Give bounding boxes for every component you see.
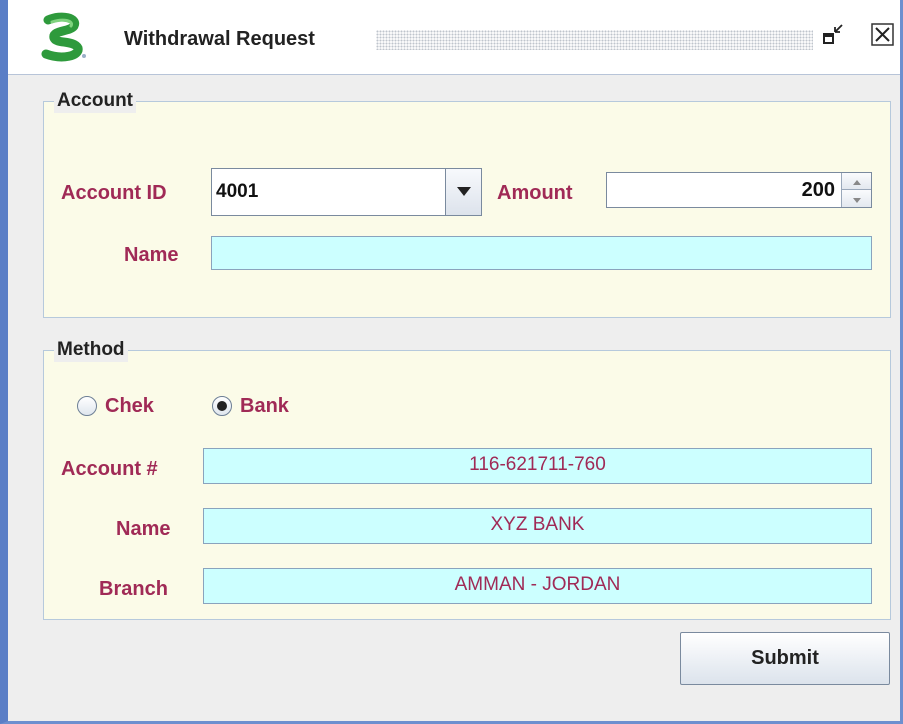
withdrawal-window: Withdrawal Request Account Account ID 40… (0, 0, 903, 724)
account-group: Account Account ID 4001 Amount 200 Name (43, 89, 891, 318)
decrement-button[interactable] (842, 190, 871, 207)
method-group: Method Chek Bank Account # 116-621711-76… (43, 338, 891, 620)
radio-bank-label: Bank (240, 395, 289, 417)
account-number-field[interactable]: 116-621711-760 (203, 448, 872, 484)
restore-button[interactable] (820, 22, 846, 53)
account-group-title: Account (54, 89, 136, 113)
amount-spinner[interactable]: 200 (606, 172, 872, 208)
account-id-combobox[interactable]: 4001 (211, 168, 482, 216)
radio-chek-button[interactable] (77, 396, 97, 416)
branch-label: Branch (99, 578, 168, 600)
branch-field[interactable]: AMMAN - JORDAN (203, 568, 872, 604)
arrow-up-icon (852, 172, 861, 190)
bank-name-field[interactable]: XYZ BANK (203, 508, 872, 544)
increment-button[interactable] (842, 173, 871, 190)
green-s-logo-icon (34, 12, 92, 62)
submit-button[interactable]: Submit (680, 632, 890, 685)
account-id-dropdown-button[interactable] (445, 169, 481, 215)
title-bar-grip (376, 30, 813, 50)
account-name-field[interactable] (211, 236, 872, 270)
method-group-title: Method (54, 338, 128, 362)
arrow-down-icon (852, 190, 861, 208)
close-window-icon (870, 22, 896, 53)
radio-bank-button[interactable] (212, 396, 232, 416)
radio-bank[interactable]: Bank (212, 394, 289, 418)
radio-chek[interactable]: Chek (77, 394, 154, 418)
account-id-label: Account ID (61, 182, 167, 204)
radio-selected-dot (217, 401, 227, 411)
chevron-down-icon (456, 183, 471, 201)
account-id-value: 4001 (216, 181, 259, 202)
radio-chek-label: Chek (105, 395, 154, 417)
title-bar[interactable]: Withdrawal Request (8, 0, 900, 75)
bank-name-label: Name (116, 518, 171, 540)
amount-label: Amount (497, 182, 573, 204)
amount-value: 200 (801, 179, 835, 201)
restore-window-icon (820, 22, 846, 53)
close-button[interactable] (870, 22, 896, 53)
account-name-label: Name (124, 244, 179, 266)
window-title: Withdrawal Request (124, 28, 315, 50)
account-number-label: Account # (61, 458, 158, 480)
amount-spinner-buttons (841, 173, 871, 207)
